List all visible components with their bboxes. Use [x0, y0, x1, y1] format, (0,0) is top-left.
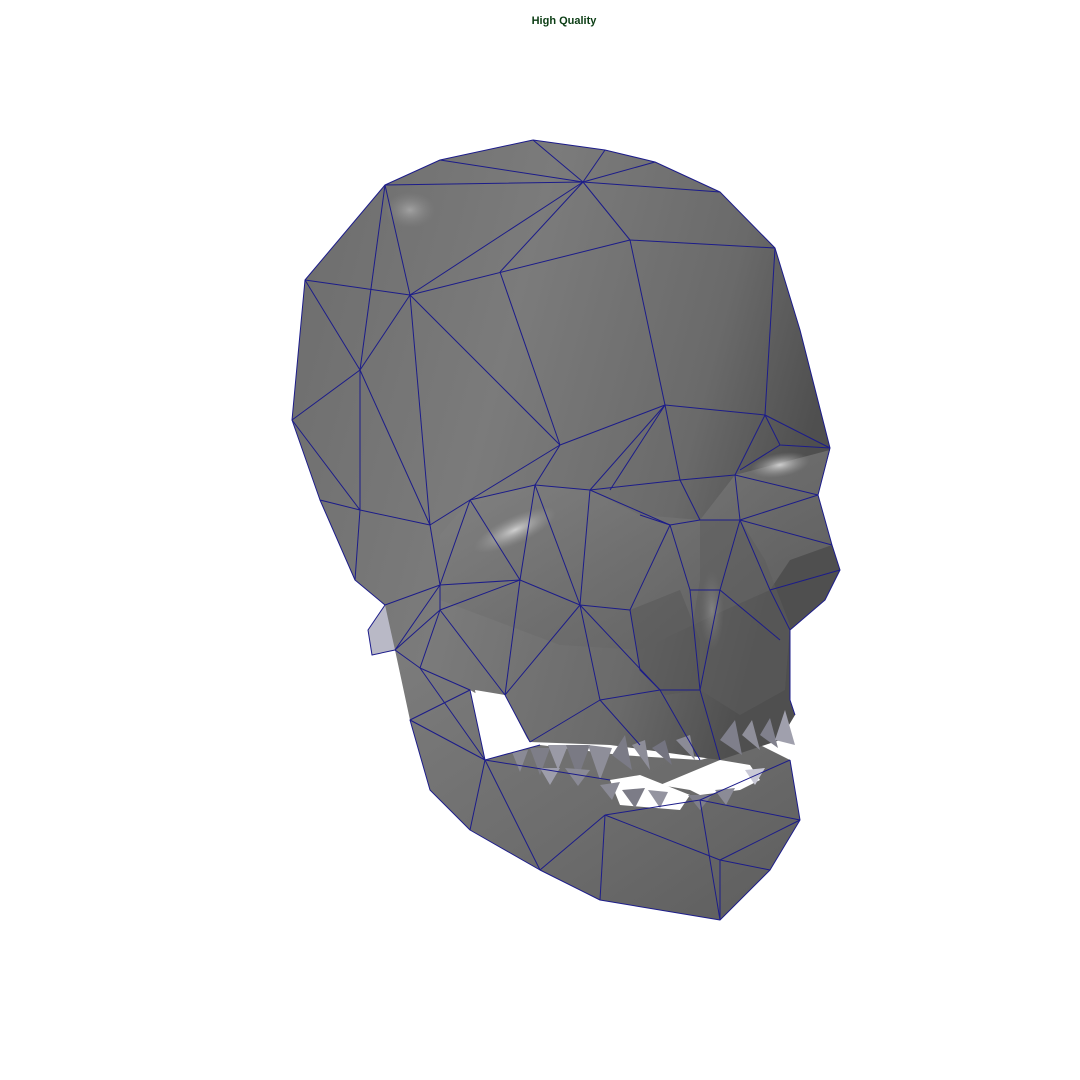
skull-model[interactable]: [0, 0, 1080, 1080]
3d-viewport[interactable]: High Quality: [0, 0, 1080, 1080]
cranium-highlight: [385, 192, 435, 228]
